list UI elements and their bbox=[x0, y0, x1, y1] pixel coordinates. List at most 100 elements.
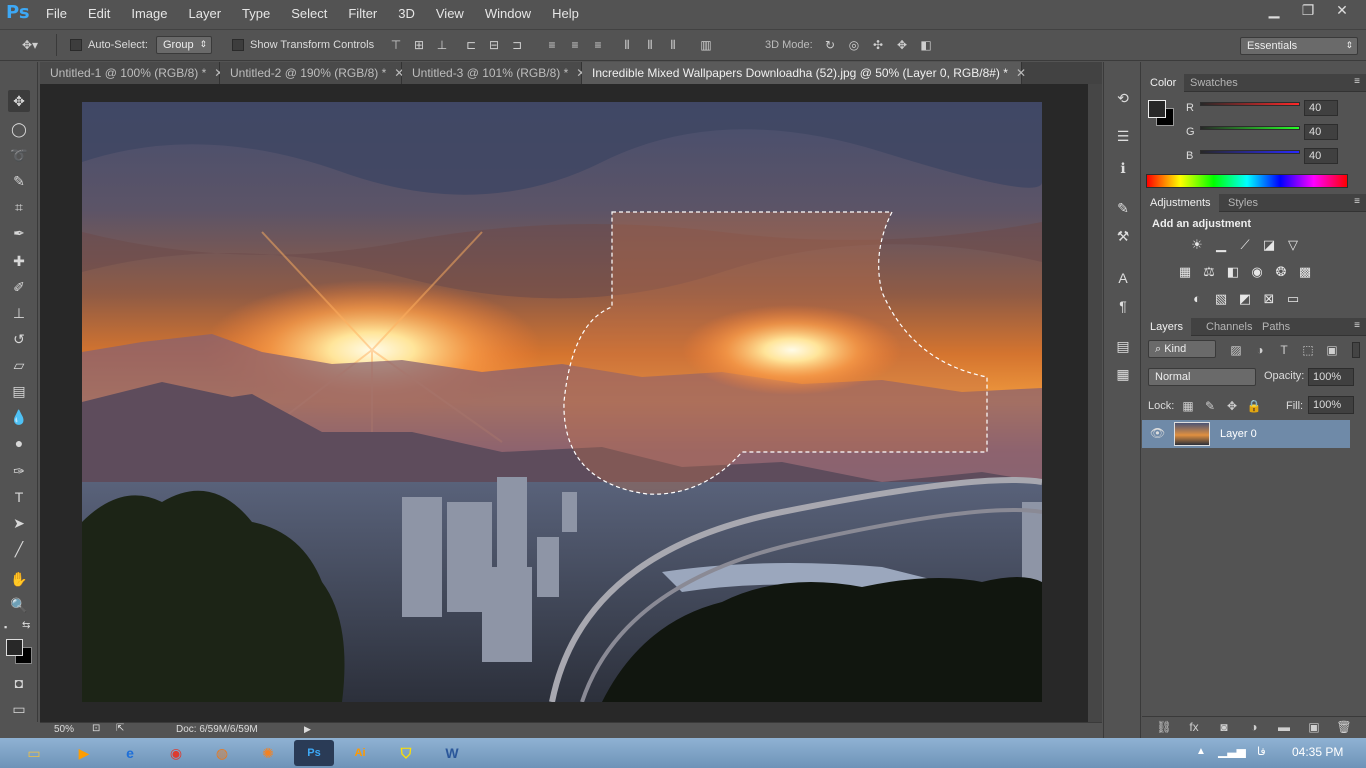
firefox-icon[interactable]: ◍ bbox=[202, 740, 242, 766]
link-layers-icon[interactable]: ⛓ bbox=[1156, 719, 1172, 735]
panel-menu-icon[interactable]: ≡ bbox=[1354, 320, 1360, 331]
history-icon[interactable]: ⟲ bbox=[1113, 88, 1133, 108]
tab-paths[interactable]: Paths bbox=[1254, 318, 1298, 336]
distribute-vcenter-icon[interactable]: ≡ bbox=[567, 37, 583, 53]
hue-saturation-icon[interactable]: ▦ bbox=[1176, 263, 1194, 281]
tab-channels[interactable]: Channels bbox=[1198, 318, 1260, 336]
swap-colors-icon[interactable]: ⇆ bbox=[22, 620, 30, 631]
fx-icon[interactable]: fx bbox=[1186, 719, 1202, 735]
hand-tool-icon[interactable]: ✋ bbox=[8, 568, 30, 590]
ie-icon[interactable]: e bbox=[110, 740, 150, 766]
default-colors-icon[interactable]: ▪ bbox=[4, 622, 7, 632]
filter-smart-object-icon[interactable]: ▣ bbox=[1324, 342, 1340, 358]
lock-all-icon[interactable]: 🔒 bbox=[1246, 398, 1262, 414]
panel-menu-icon[interactable]: ≡ bbox=[1354, 76, 1360, 87]
quick-select-tool-icon[interactable]: ✎ bbox=[8, 170, 30, 192]
restore-button[interactable]: ❐ bbox=[1294, 1, 1322, 19]
workspace-dropdown[interactable]: Essentials ⇕ bbox=[1240, 37, 1358, 55]
threshold-icon[interactable]: ◩ bbox=[1236, 290, 1254, 308]
screen-mode-icon[interactable]: ▭ bbox=[8, 698, 30, 720]
zoom-tool-icon[interactable]: 🔍 bbox=[8, 594, 30, 616]
menu-image[interactable]: Image bbox=[131, 6, 167, 22]
brightness-icon[interactable]: ☀ bbox=[1188, 236, 1206, 254]
align-top-icon[interactable]: ⊤ bbox=[388, 37, 404, 53]
properties-icon[interactable]: ☰ bbox=[1113, 126, 1133, 146]
paragraph-icon[interactable]: ¶ bbox=[1113, 296, 1133, 316]
show-transform-checkbox[interactable] bbox=[232, 39, 244, 51]
opacity-input[interactable]: 100% bbox=[1308, 368, 1354, 386]
eraser-tool-icon[interactable]: ▱ bbox=[8, 354, 30, 376]
brush-presets-icon[interactable]: ✎ bbox=[1113, 198, 1133, 218]
distribute-right-icon[interactable]: ⦀ bbox=[665, 37, 681, 53]
close-button[interactable]: ✕ bbox=[1328, 1, 1356, 19]
3d-drag-icon[interactable]: ✣ bbox=[870, 37, 886, 53]
3d-rotate-icon[interactable]: ↻ bbox=[822, 37, 838, 53]
distribute-hcenter-icon[interactable]: ⦀ bbox=[642, 37, 658, 53]
lasso-tool-icon[interactable]: ➰ bbox=[8, 144, 30, 166]
curves-icon[interactable]: ⟋ bbox=[1236, 236, 1254, 254]
filter-adjustment-icon[interactable]: ◑ bbox=[1252, 342, 1268, 358]
quick-mask-icon[interactable]: ◘ bbox=[8, 672, 30, 694]
eyedropper-tool-icon[interactable]: ✒ bbox=[8, 222, 30, 244]
vertical-scrollbar[interactable] bbox=[1088, 84, 1102, 722]
lock-position-icon[interactable]: ✥ bbox=[1224, 398, 1240, 414]
eye-icon[interactable]: 👁 bbox=[1150, 426, 1165, 440]
menu-edit[interactable]: Edit bbox=[88, 6, 110, 22]
clock[interactable]: 04:35 PM bbox=[1292, 745, 1343, 759]
status-menu-arrow-icon[interactable]: ▶ bbox=[304, 724, 311, 735]
blue-value[interactable]: 40 bbox=[1304, 148, 1338, 164]
close-tab-icon[interactable]: ✕ bbox=[1016, 66, 1026, 80]
levels-icon[interactable]: ▁ bbox=[1212, 236, 1230, 254]
selective-color-icon[interactable]: ⊠ bbox=[1260, 290, 1278, 308]
fg-color-chip[interactable] bbox=[1148, 100, 1166, 118]
distribute-bottom-icon[interactable]: ≡ bbox=[590, 37, 606, 53]
language-indicator[interactable]: فا bbox=[1257, 745, 1266, 758]
tab-untitled-1[interactable]: Untitled-1 @ 100% (RGB/8) *✕ bbox=[40, 62, 224, 84]
exposure-icon[interactable]: ◪ bbox=[1260, 236, 1278, 254]
menu-select[interactable]: Select bbox=[291, 6, 327, 22]
tab-wallpaper[interactable]: Incredible Mixed Wallpapers Downloadha (… bbox=[582, 62, 1026, 84]
color-balance-icon[interactable]: ⚖ bbox=[1200, 263, 1218, 281]
align-vcenter-icon[interactable]: ⊞ bbox=[411, 37, 427, 53]
line-tool-icon[interactable]: ╱ bbox=[8, 538, 30, 560]
channel-mixer-icon[interactable]: ❂ bbox=[1272, 263, 1290, 281]
network-icon[interactable]: ▁▃▅ bbox=[1218, 744, 1246, 758]
brush-tool-icon[interactable]: ✐ bbox=[8, 276, 30, 298]
filter-pixel-icon[interactable]: ▨ bbox=[1228, 342, 1244, 358]
trash-icon[interactable]: 🗑 bbox=[1336, 719, 1352, 735]
blender-icon[interactable]: ✺ bbox=[248, 740, 288, 766]
status-options-icon[interactable]: ⊡ bbox=[92, 723, 100, 734]
new-layer-icon[interactable]: ▣ bbox=[1306, 719, 1322, 735]
notes-icon[interactable]: ▤ bbox=[1113, 336, 1133, 356]
layer-row[interactable]: 👁 Layer 0 bbox=[1142, 420, 1350, 448]
norton-icon[interactable]: ⛉ bbox=[386, 740, 426, 766]
word-icon[interactable]: W bbox=[432, 740, 472, 766]
filter-type-icon[interactable]: T bbox=[1276, 342, 1292, 358]
auto-align-icon[interactable]: ▥ bbox=[698, 37, 714, 53]
red-slider[interactable] bbox=[1200, 102, 1300, 106]
tool-presets-icon[interactable]: ⚒ bbox=[1113, 226, 1133, 246]
lock-transparent-icon[interactable]: ▦ bbox=[1180, 398, 1196, 414]
chrome-icon[interactable]: ◉ bbox=[156, 740, 196, 766]
tab-adjustments[interactable]: Adjustments bbox=[1142, 194, 1219, 212]
marquee-tool-icon[interactable]: ◯ bbox=[8, 118, 30, 140]
3d-slide-icon[interactable]: ✥ bbox=[894, 37, 910, 53]
blue-slider[interactable] bbox=[1200, 150, 1300, 154]
panel-menu-icon[interactable]: ≡ bbox=[1354, 196, 1360, 207]
black-white-icon[interactable]: ◧ bbox=[1224, 263, 1242, 281]
tab-layers[interactable]: Layers bbox=[1142, 318, 1192, 336]
distribute-top-icon[interactable]: ≡ bbox=[544, 37, 560, 53]
add-mask-icon[interactable]: ◙ bbox=[1216, 719, 1232, 735]
filter-toggle[interactable] bbox=[1352, 342, 1360, 358]
tab-swatches[interactable]: Swatches bbox=[1182, 74, 1246, 92]
new-adjustment-icon[interactable]: ◑ bbox=[1246, 719, 1262, 735]
menu-type[interactable]: Type bbox=[242, 6, 270, 22]
move-tool-preset-icon[interactable]: ✥▾ bbox=[22, 37, 38, 53]
tray-arrow-icon[interactable]: ▲ bbox=[1196, 746, 1206, 757]
foreground-color-swatch[interactable] bbox=[6, 639, 23, 656]
path-selection-tool-icon[interactable]: ➤ bbox=[8, 512, 30, 534]
share-icon[interactable]: ⇱ bbox=[116, 723, 124, 734]
filter-shape-icon[interactable]: ⬚ bbox=[1300, 342, 1316, 358]
posterize-icon[interactable]: ▧ bbox=[1212, 290, 1230, 308]
auto-select-dropdown[interactable]: Group ⇕ bbox=[156, 36, 212, 54]
